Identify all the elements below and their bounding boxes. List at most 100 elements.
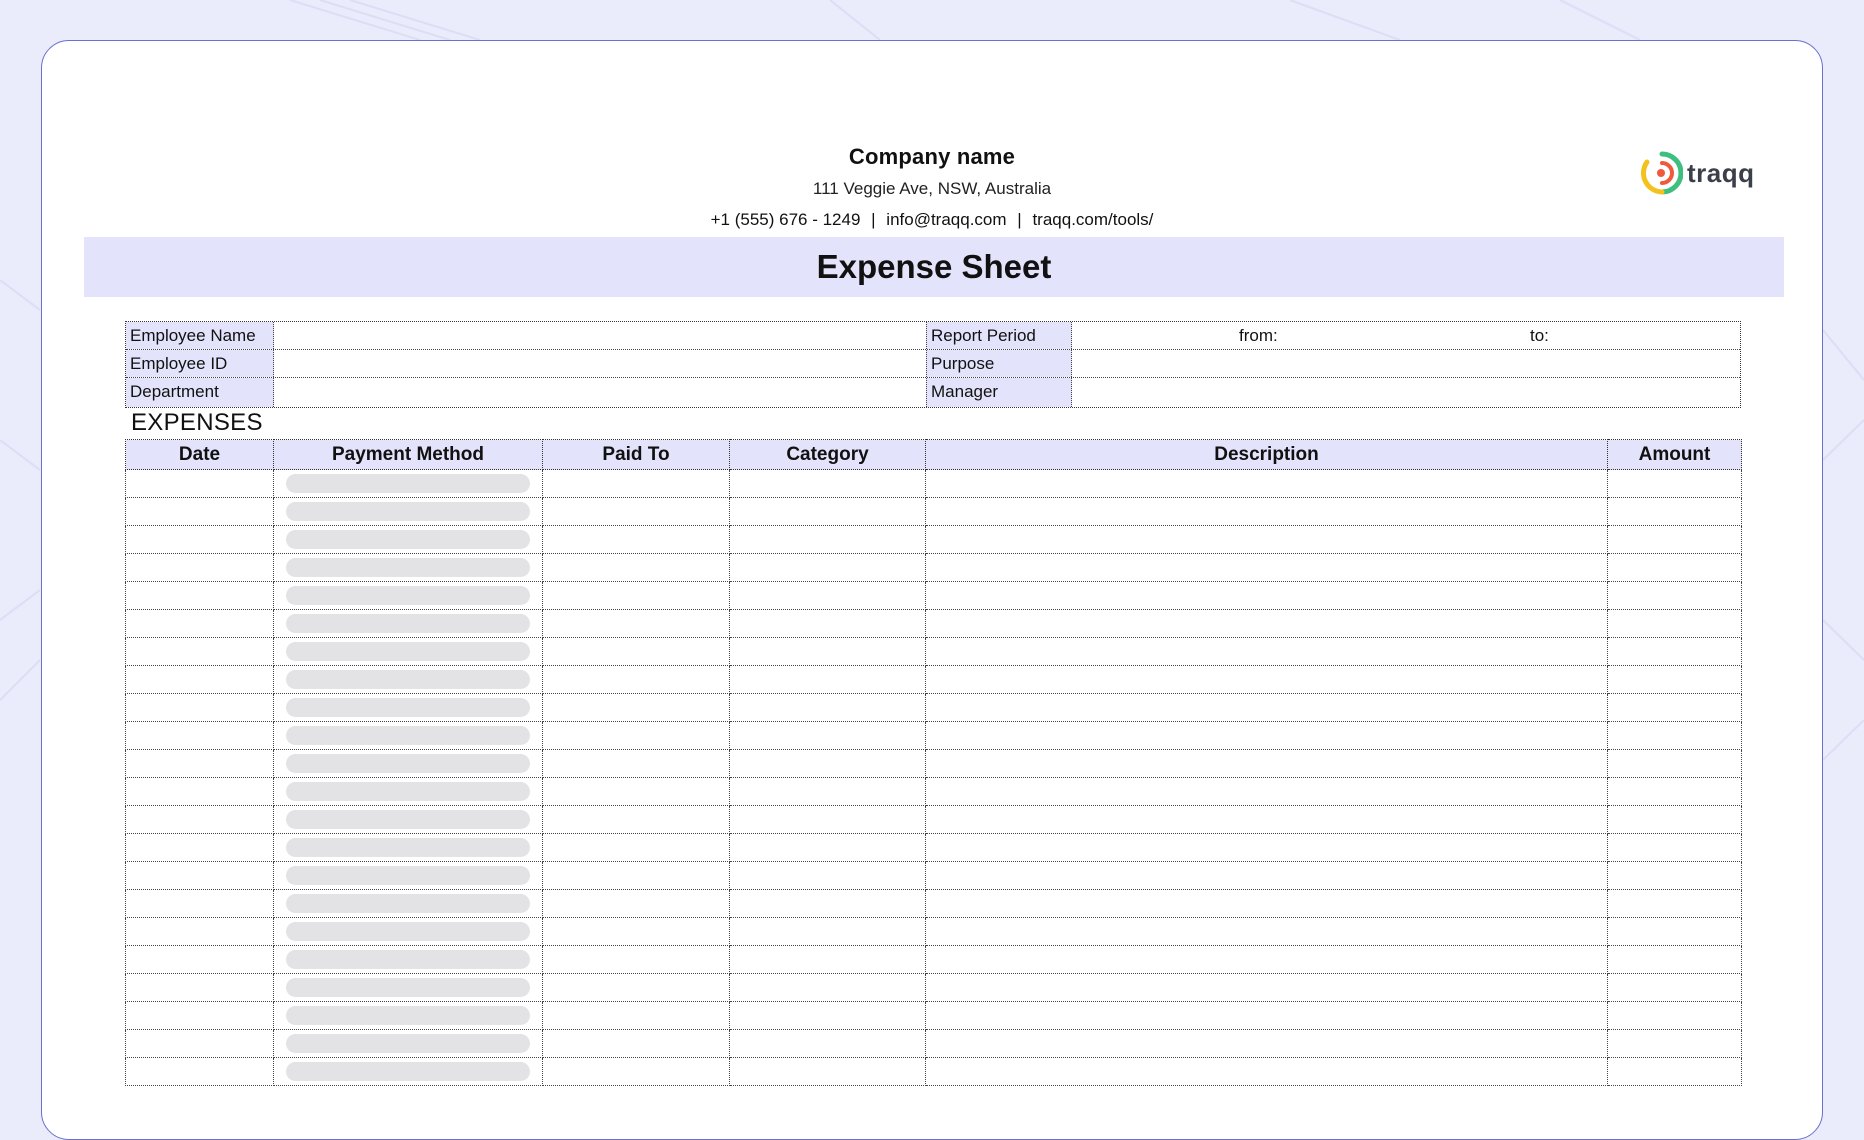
- payment-method-dropdown[interactable]: [273, 749, 543, 778]
- date-cell[interactable]: [125, 889, 274, 918]
- payment-method-dropdown[interactable]: [273, 469, 543, 498]
- payment-method-dropdown[interactable]: [273, 833, 543, 862]
- paid-to-cell[interactable]: [542, 749, 730, 778]
- amount-cell[interactable]: [1607, 609, 1742, 638]
- amount-cell[interactable]: [1607, 861, 1742, 890]
- amount-cell[interactable]: [1607, 553, 1742, 582]
- date-cell[interactable]: [125, 581, 274, 610]
- date-cell[interactable]: [125, 525, 274, 554]
- date-cell[interactable]: [125, 609, 274, 638]
- payment-method-select[interactable]: [286, 978, 530, 997]
- date-cell[interactable]: [125, 777, 274, 806]
- payment-method-dropdown[interactable]: [273, 609, 543, 638]
- paid-to-cell[interactable]: [542, 609, 730, 638]
- payment-method-select[interactable]: [286, 474, 530, 493]
- amount-cell[interactable]: [1607, 945, 1742, 974]
- report-period-to-field[interactable]: [1566, 322, 1736, 349]
- description-cell[interactable]: [925, 973, 1608, 1002]
- description-cell[interactable]: [925, 917, 1608, 946]
- payment-method-select[interactable]: [286, 726, 530, 745]
- paid-to-cell[interactable]: [542, 1029, 730, 1058]
- amount-cell[interactable]: [1607, 1029, 1742, 1058]
- paid-to-cell[interactable]: [542, 637, 730, 666]
- paid-to-cell[interactable]: [542, 553, 730, 582]
- category-cell[interactable]: [729, 889, 926, 918]
- paid-to-cell[interactable]: [542, 973, 730, 1002]
- payment-method-dropdown[interactable]: [273, 1029, 543, 1058]
- payment-method-select[interactable]: [286, 698, 530, 717]
- payment-method-select[interactable]: [286, 1034, 530, 1053]
- category-cell[interactable]: [729, 637, 926, 666]
- amount-cell[interactable]: [1607, 693, 1742, 722]
- payment-method-select[interactable]: [286, 1006, 530, 1025]
- payment-method-select[interactable]: [286, 866, 530, 885]
- category-cell[interactable]: [729, 833, 926, 862]
- description-cell[interactable]: [925, 609, 1608, 638]
- description-cell[interactable]: [925, 1001, 1608, 1030]
- payment-method-select[interactable]: [286, 838, 530, 857]
- amount-cell[interactable]: [1607, 469, 1742, 498]
- category-cell[interactable]: [729, 469, 926, 498]
- payment-method-dropdown[interactable]: [273, 665, 543, 694]
- category-cell[interactable]: [729, 749, 926, 778]
- amount-cell[interactable]: [1607, 973, 1742, 1002]
- category-cell[interactable]: [729, 665, 926, 694]
- purpose-field[interactable]: [1074, 350, 1740, 377]
- description-cell[interactable]: [925, 665, 1608, 694]
- paid-to-cell[interactable]: [542, 693, 730, 722]
- description-cell[interactable]: [925, 805, 1608, 834]
- description-cell[interactable]: [925, 833, 1608, 862]
- payment-method-select[interactable]: [286, 894, 530, 913]
- date-cell[interactable]: [125, 721, 274, 750]
- date-cell[interactable]: [125, 1001, 274, 1030]
- payment-method-dropdown[interactable]: [273, 945, 543, 974]
- description-cell[interactable]: [925, 945, 1608, 974]
- category-cell[interactable]: [729, 861, 926, 890]
- amount-cell[interactable]: [1607, 665, 1742, 694]
- paid-to-cell[interactable]: [542, 777, 730, 806]
- description-cell[interactable]: [925, 861, 1608, 890]
- paid-to-cell[interactable]: [542, 833, 730, 862]
- date-cell[interactable]: [125, 637, 274, 666]
- department-field[interactable]: [276, 378, 924, 407]
- category-cell[interactable]: [729, 777, 926, 806]
- paid-to-cell[interactable]: [542, 581, 730, 610]
- category-cell[interactable]: [729, 609, 926, 638]
- paid-to-cell[interactable]: [542, 805, 730, 834]
- date-cell[interactable]: [125, 917, 274, 946]
- payment-method-dropdown[interactable]: [273, 889, 543, 918]
- category-cell[interactable]: [729, 973, 926, 1002]
- payment-method-dropdown[interactable]: [273, 721, 543, 750]
- amount-cell[interactable]: [1607, 497, 1742, 526]
- payment-method-dropdown[interactable]: [273, 581, 543, 610]
- description-cell[interactable]: [925, 749, 1608, 778]
- amount-cell[interactable]: [1607, 1057, 1742, 1086]
- date-cell[interactable]: [125, 1057, 274, 1086]
- payment-method-select[interactable]: [286, 950, 530, 969]
- date-cell[interactable]: [125, 749, 274, 778]
- amount-cell[interactable]: [1607, 749, 1742, 778]
- category-cell[interactable]: [729, 1057, 926, 1086]
- payment-method-dropdown[interactable]: [273, 917, 543, 946]
- category-cell[interactable]: [729, 525, 926, 554]
- category-cell[interactable]: [729, 945, 926, 974]
- description-cell[interactable]: [925, 1029, 1608, 1058]
- date-cell[interactable]: [125, 861, 274, 890]
- payment-method-dropdown[interactable]: [273, 693, 543, 722]
- paid-to-cell[interactable]: [542, 721, 730, 750]
- amount-cell[interactable]: [1607, 721, 1742, 750]
- report-period-from-field[interactable]: [1286, 322, 1516, 349]
- category-cell[interactable]: [729, 1029, 926, 1058]
- payment-method-dropdown[interactable]: [273, 1057, 543, 1086]
- category-cell[interactable]: [729, 693, 926, 722]
- paid-to-cell[interactable]: [542, 497, 730, 526]
- paid-to-cell[interactable]: [542, 1057, 730, 1086]
- payment-method-select[interactable]: [286, 810, 530, 829]
- payment-method-select[interactable]: [286, 614, 530, 633]
- amount-cell[interactable]: [1607, 917, 1742, 946]
- payment-method-select[interactable]: [286, 1062, 530, 1081]
- category-cell[interactable]: [729, 497, 926, 526]
- manager-field[interactable]: [1074, 378, 1740, 407]
- date-cell[interactable]: [125, 1029, 274, 1058]
- payment-method-select[interactable]: [286, 558, 530, 577]
